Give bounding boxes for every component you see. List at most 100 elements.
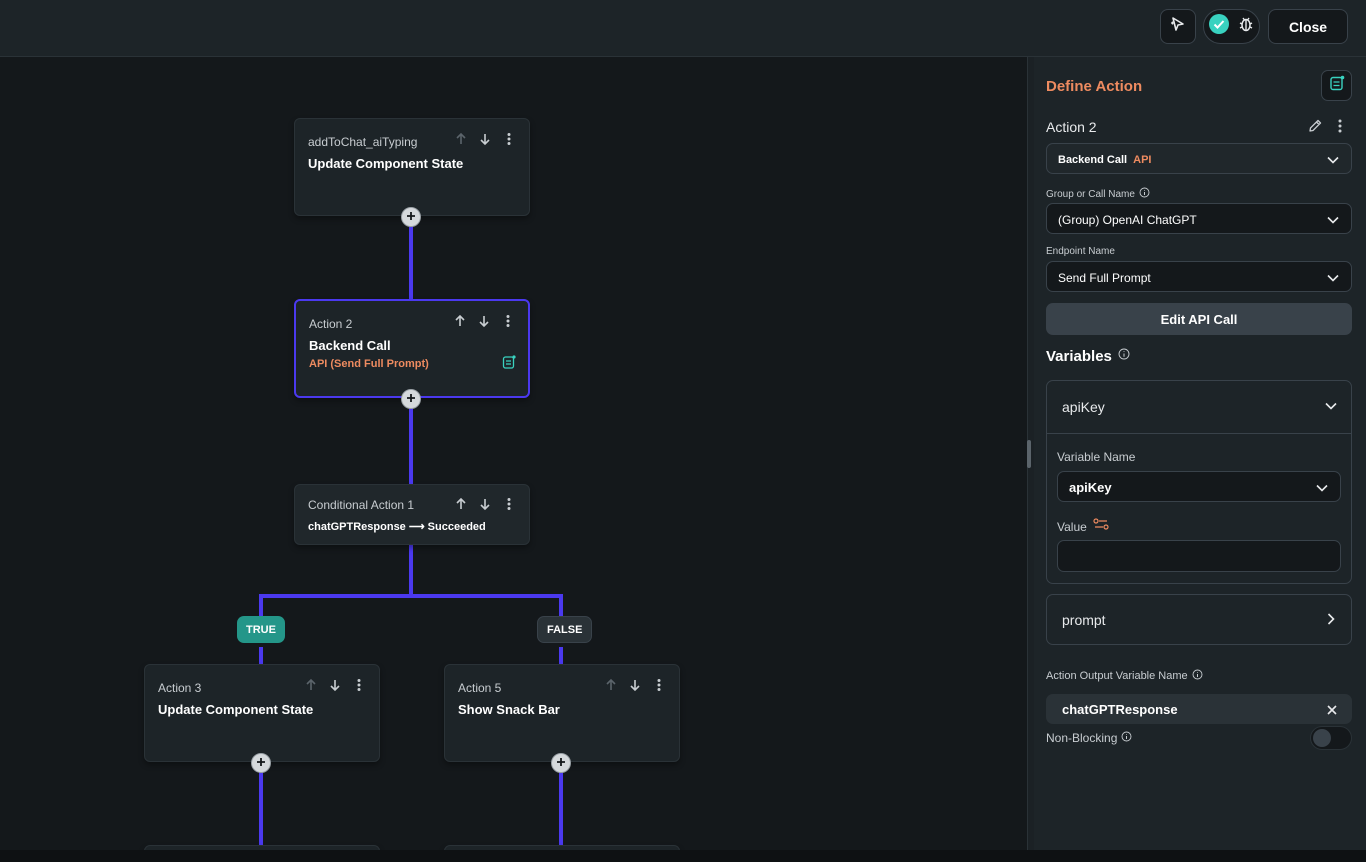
- arrow-down-icon[interactable]: [327, 677, 343, 693]
- value-label-row: Value: [1057, 517, 1109, 536]
- variables-title: Variables: [1046, 347, 1112, 365]
- check-circle-icon: [1208, 14, 1229, 39]
- action-name-label: Action 2: [1046, 119, 1097, 135]
- edit-api-call-button[interactable]: Edit API Call: [1046, 303, 1352, 335]
- arrow-down-icon[interactable]: [477, 496, 493, 512]
- more-vert-icon[interactable]: [651, 677, 667, 693]
- chevron-down-icon: [1323, 398, 1339, 419]
- chevron-down-icon: [1325, 152, 1341, 173]
- variable-header-apikey[interactable]: apiKey: [1047, 381, 1351, 434]
- variable-name: prompt: [1062, 612, 1106, 628]
- variable-card-apikey: apiKey Variable Name apiKey Value: [1046, 380, 1352, 584]
- action-node-show-snackbar[interactable]: Action 5 Show Snack Bar: [444, 664, 680, 762]
- plus-icon: [406, 390, 416, 408]
- action-type-label: Backend Call: [1058, 154, 1128, 166]
- true-branch-badge: TRUE: [237, 616, 285, 643]
- toggle-knob: [1313, 729, 1331, 747]
- chevron-down-icon: [1314, 480, 1330, 501]
- action-type-dropdown[interactable]: Backend Call API: [1046, 143, 1352, 174]
- output-label-row: Action Output Variable Name: [1046, 669, 1203, 683]
- non-blocking-label: Non-Blocking: [1046, 731, 1118, 745]
- add-action-button[interactable]: [251, 753, 271, 773]
- top-bar: Close: [0, 0, 1366, 57]
- value-input[interactable]: [1057, 540, 1341, 572]
- value-label: Value: [1057, 519, 1087, 534]
- node-subtitle: Action 3: [158, 681, 202, 695]
- non-blocking-toggle[interactable]: [1310, 726, 1352, 750]
- chevron-down-icon: [1325, 270, 1341, 291]
- false-branch-badge: FALSE: [537, 616, 593, 643]
- more-vert-icon[interactable]: [501, 496, 517, 512]
- output-variable-field[interactable]: chatGPTResponse: [1046, 694, 1352, 724]
- chevron-right-icon: [1323, 611, 1339, 632]
- variable-name-dropdown[interactable]: apiKey: [1057, 471, 1341, 502]
- info-icon: [1192, 669, 1203, 683]
- node-title: Show Snack Bar: [458, 702, 560, 717]
- endpoint-value: Send Full Prompt: [1058, 271, 1151, 285]
- bug-icon: [1237, 15, 1255, 38]
- node-subtitle: Action 2: [309, 317, 353, 331]
- panel-title: Define Action: [1046, 78, 1143, 95]
- variable-source-icon[interactable]: [1093, 517, 1109, 536]
- non-blocking-row: Non-Blocking: [1046, 731, 1132, 745]
- arrow-down-icon[interactable]: [477, 131, 493, 147]
- group-label-row: Group or Call Name: [1046, 187, 1150, 201]
- add-action-button[interactable]: [401, 389, 421, 409]
- edit-pencil-icon[interactable]: [1307, 118, 1323, 139]
- info-icon: [1139, 187, 1150, 201]
- output-variable-value: chatGPTResponse: [1062, 702, 1178, 717]
- node-api-label: API (Send Full Prompt): [309, 358, 429, 370]
- node-subtitle: Conditional Action 1: [308, 498, 415, 512]
- arrow-up-icon[interactable]: [603, 677, 619, 693]
- group-label: Group or Call Name: [1046, 188, 1135, 200]
- arrow-down-icon[interactable]: [627, 677, 643, 693]
- sparkle-cursor-icon: [1169, 15, 1187, 38]
- action-flow-canvas[interactable]: addToChat_aiTyping Update Component Stat…: [0, 57, 1027, 850]
- variables-header: Variables: [1046, 347, 1130, 365]
- note-icon[interactable]: [502, 355, 516, 374]
- endpoint-label: Endpoint Name: [1046, 246, 1115, 257]
- note-icon: [1329, 75, 1345, 96]
- arrow-up-icon[interactable]: [303, 677, 319, 693]
- variable-name-label: Variable Name: [1057, 450, 1136, 464]
- node-title: Update Component State: [158, 702, 314, 717]
- arrow-up-icon[interactable]: [453, 496, 469, 512]
- node-title: Update Component State: [308, 156, 464, 171]
- notes-button[interactable]: [1321, 70, 1352, 101]
- more-vert-icon[interactable]: [500, 313, 516, 329]
- arrow-down-icon[interactable]: [476, 313, 492, 329]
- action-node-backend-call[interactable]: Action 2 Backend Call API (Send Full Pro…: [294, 299, 530, 398]
- close-button[interactable]: Close: [1268, 9, 1348, 44]
- add-action-button[interactable]: [401, 207, 421, 227]
- plus-icon: [256, 754, 266, 772]
- debug-toggle[interactable]: [1203, 9, 1260, 44]
- action-node-update-state-true[interactable]: Action 3 Update Component State: [144, 664, 380, 762]
- more-vert-icon[interactable]: [1333, 118, 1347, 139]
- more-vert-icon[interactable]: [351, 677, 367, 693]
- ai-agent-button[interactable]: [1160, 9, 1196, 44]
- info-icon: [1121, 731, 1132, 745]
- node-subtitle: addToChat_aiTyping: [308, 135, 418, 149]
- group-value: (Group) OpenAI ChatGPT: [1058, 213, 1197, 227]
- info-icon: [1118, 347, 1130, 365]
- variable-name-value: apiKey: [1069, 480, 1112, 495]
- plus-icon: [406, 208, 416, 226]
- add-action-button[interactable]: [551, 753, 571, 773]
- arrow-up-icon[interactable]: [453, 131, 469, 147]
- clear-icon[interactable]: [1326, 703, 1338, 721]
- node-title: Backend Call: [309, 338, 391, 353]
- variable-card-prompt[interactable]: prompt: [1046, 594, 1352, 645]
- more-vert-icon[interactable]: [501, 131, 517, 147]
- chevron-down-icon: [1325, 212, 1341, 233]
- panel-resize-handle[interactable]: [1027, 440, 1031, 468]
- output-label: Action Output Variable Name: [1046, 670, 1188, 682]
- node-subtitle: Action 5: [458, 681, 502, 695]
- variable-name: apiKey: [1062, 399, 1105, 415]
- arrow-up-icon[interactable]: [452, 313, 468, 329]
- conditional-node[interactable]: Conditional Action 1 chatGPTResponse ⟶ S…: [294, 484, 530, 545]
- group-call-dropdown[interactable]: (Group) OpenAI ChatGPT: [1046, 203, 1352, 234]
- action-node-update-state[interactable]: addToChat_aiTyping Update Component Stat…: [294, 118, 530, 216]
- bottom-bar: [0, 850, 1366, 862]
- action-type-tag: API: [1133, 154, 1152, 166]
- endpoint-dropdown[interactable]: Send Full Prompt: [1046, 261, 1352, 292]
